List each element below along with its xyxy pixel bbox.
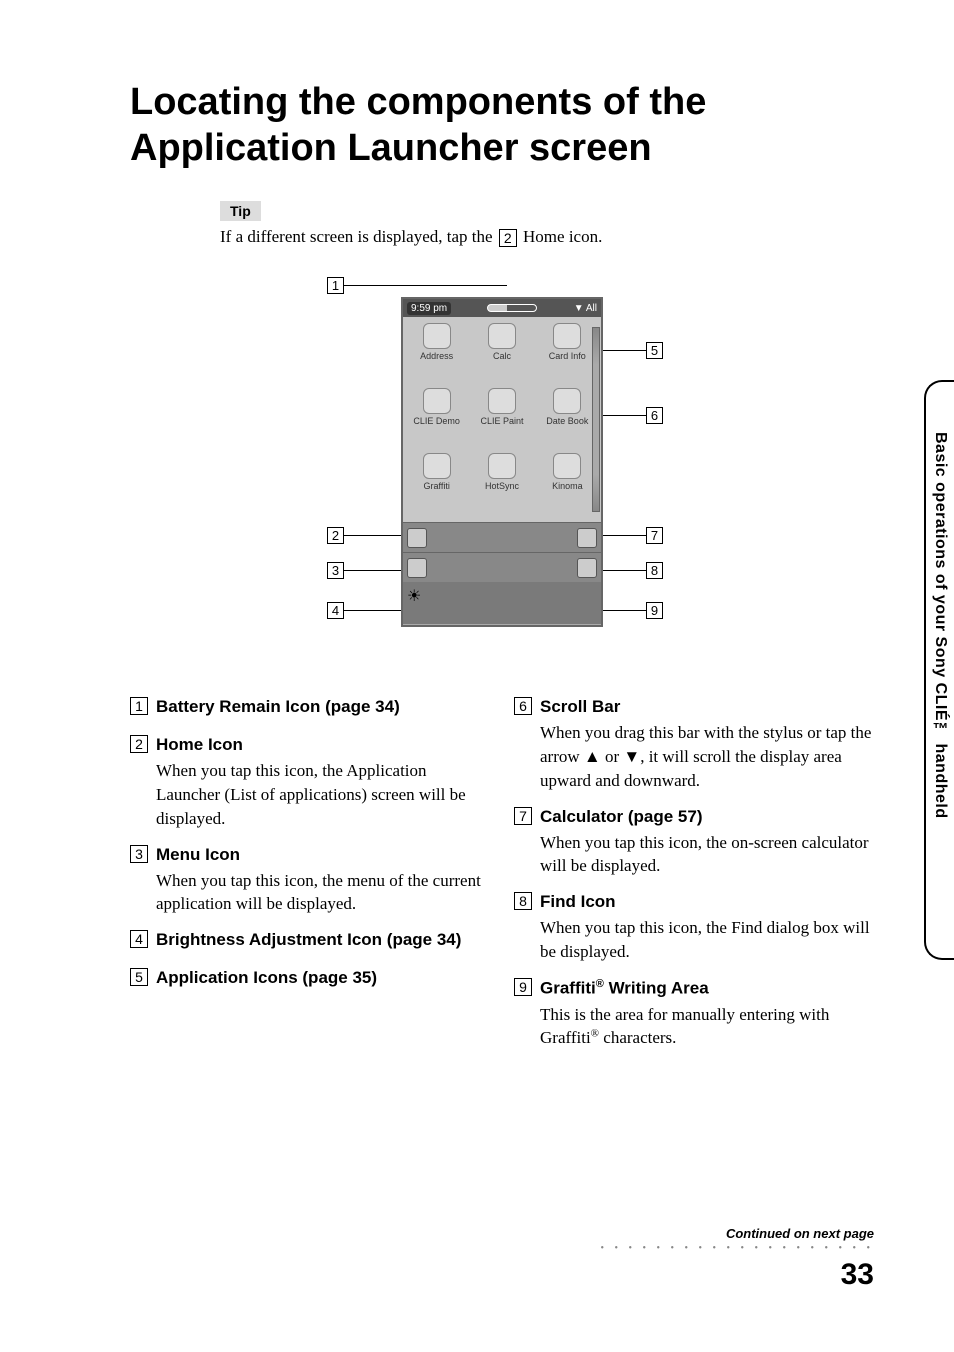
item-body: When you tap this icon, the menu of the … <box>156 869 490 917</box>
dots-decoration: • • • • • • • • • • • • • • • • • • • • <box>600 1243 874 1254</box>
toolbar-row-1 <box>403 522 601 552</box>
item-title: Graffiti® Writing Area <box>540 978 874 999</box>
side-tab: Basic operations of your Sony CLIÉ™ hand… <box>924 380 954 960</box>
item-body: This is the area for manually entering w… <box>540 1003 874 1051</box>
item-title: Scroll Bar <box>540 697 874 717</box>
item-body: When you tap this icon, the Application … <box>156 759 490 830</box>
page-number: 33 <box>600 1258 874 1292</box>
item-content: Graffiti® Writing Area This is the area f… <box>540 978 874 1050</box>
item-number: 3 <box>130 845 148 917</box>
tip-text: If a different screen is displayed, tap … <box>220 227 874 247</box>
callout-2: 2 <box>327 527 401 544</box>
item-content: Brightness Adjustment Icon (page 34) <box>156 930 490 954</box>
item-number: 5 <box>130 968 148 992</box>
home-icon <box>407 528 427 548</box>
right-column: 6 Scroll Bar When you drag this bar with t… <box>514 697 874 1064</box>
menu-icon <box>407 558 427 578</box>
device-screen: 9:59 pm ▼ All Address Calc Card Info CLI… <box>401 297 603 627</box>
item-number: 8 <box>514 892 532 964</box>
description-item: 5 Application Icons (page 35) <box>130 968 490 992</box>
callout-5: 5 <box>603 342 663 359</box>
callout-3: 3 <box>327 562 401 579</box>
callout-1: 1 <box>327 277 507 294</box>
item-content: Battery Remain Icon (page 34) <box>156 697 490 721</box>
item-content: Find Icon When you tap this icon, the Fin… <box>540 892 874 964</box>
app-icon: CLIE Demo <box>405 388 468 451</box>
app-icon: Date Book <box>536 388 599 451</box>
item-title: Menu Icon <box>156 845 490 865</box>
callout-8: 8 <box>603 562 663 579</box>
app-icon: Address <box>405 323 468 386</box>
toolbar-row-2 <box>403 552 601 582</box>
item-content: Application Icons (page 35) <box>156 968 490 992</box>
item-body: When you tap this icon, the Find dialog … <box>540 916 874 964</box>
app-icon: Calc <box>470 323 533 386</box>
item-content: Home Icon When you tap this icon, the App… <box>156 735 490 830</box>
item-body: When you tap this icon, the on-screen ca… <box>540 831 874 879</box>
status-bar: 9:59 pm ▼ All <box>403 299 601 317</box>
left-column: 1Battery Remain Icon (page 34)2Home Icon… <box>130 697 490 1064</box>
side-tab-text: Basic operations of your Sony CLIÉ™ hand… <box>931 432 949 819</box>
tip-text-before: If a different screen is displayed, tap … <box>220 227 497 246</box>
app-icon: CLIE Paint <box>470 388 533 451</box>
status-time: 9:59 pm <box>407 302 451 315</box>
item-content: Calculator (page 57) When you tap this ic… <box>540 807 874 879</box>
find-icon <box>577 558 597 578</box>
item-title: Calculator (page 57) <box>540 807 874 827</box>
page-title: Locating the components of the Applicati… <box>130 80 874 171</box>
description-item: 2 Home Icon When you tap this icon, the Ap… <box>130 735 490 830</box>
tip-section: Tip If a different screen is displayed, … <box>220 201 874 247</box>
continued-text: Continued on next page <box>600 1226 874 1241</box>
footer: Continued on next page • • • • • • • • •… <box>600 1226 874 1292</box>
status-category: ▼ All <box>574 303 597 314</box>
tip-label: Tip <box>220 201 261 221</box>
item-number: 2 <box>130 735 148 830</box>
callout-6: 6 <box>603 407 663 424</box>
description-columns: 1Battery Remain Icon (page 34)2Home Icon… <box>130 697 874 1064</box>
item-content: Scroll Bar When you drag this bar with th… <box>540 697 874 792</box>
calculator-icon <box>577 528 597 548</box>
item-number: 4 <box>130 930 148 954</box>
description-item: 8 Find Icon When you tap this icon, the Fi… <box>514 892 874 964</box>
bottom-bars: ☀ <box>403 522 601 624</box>
item-number: 6 <box>514 697 532 792</box>
description-item: 1 Battery Remain Icon (page 34) <box>130 697 490 721</box>
item-body: When you drag this bar with the stylus o… <box>540 721 874 792</box>
app-icon: Kinoma <box>536 453 599 516</box>
description-item: 7 Calculator (page 57) When you tap this i… <box>514 807 874 879</box>
description-item: 4 Brightness Adjustment Icon (page 34) <box>130 930 490 954</box>
description-item: 9 Graffiti® Writing Area This is the area … <box>514 978 874 1050</box>
brightness-icon: ☀ <box>407 586 419 606</box>
item-title: Battery Remain Icon (page 34) <box>156 697 490 717</box>
tip-icon-num: 2 <box>499 229 517 247</box>
graffiti-area: ☀ <box>403 582 601 624</box>
app-icon: HotSync <box>470 453 533 516</box>
description-item: 6 Scroll Bar When you drag this bar with t… <box>514 697 874 792</box>
item-number: 9 <box>514 978 532 1050</box>
item-number: 7 <box>514 807 532 879</box>
item-title: Brightness Adjustment Icon (page 34) <box>156 930 490 950</box>
app-grid: Address Calc Card Info CLIE Demo CLIE Pa… <box>403 317 601 522</box>
callout-7: 7 <box>603 527 663 544</box>
description-item: 3 Menu Icon When you tap this icon, the me… <box>130 845 490 917</box>
tip-text-after: Home icon. <box>519 227 603 246</box>
app-icon: Graffiti <box>405 453 468 516</box>
item-title: Home Icon <box>156 735 490 755</box>
item-number: 1 <box>130 697 148 721</box>
battery-icon <box>487 304 537 312</box>
app-icon: Card Info <box>536 323 599 386</box>
item-title: Find Icon <box>540 892 874 912</box>
item-title: Application Icons (page 35) <box>156 968 490 988</box>
item-content: Menu Icon When you tap this icon, the men… <box>156 845 490 917</box>
callout-9: 9 <box>603 602 663 619</box>
diagram: 9:59 pm ▼ All Address Calc Card Info CLI… <box>327 277 677 657</box>
callout-4: 4 <box>327 602 401 619</box>
